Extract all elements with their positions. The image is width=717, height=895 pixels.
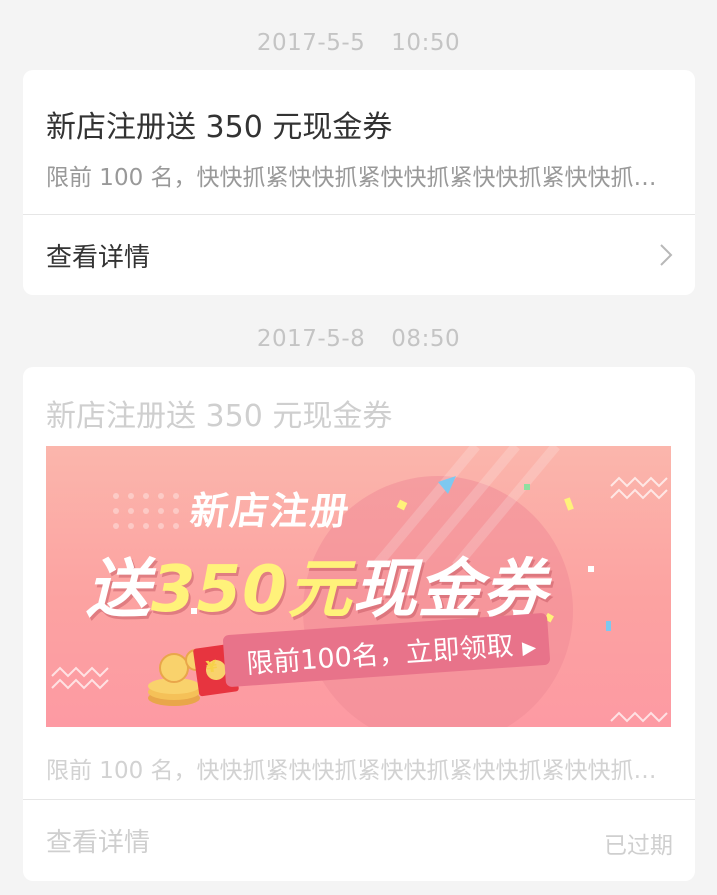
view-details-row[interactable]: 查看详情 已过期 bbox=[23, 800, 695, 880]
message-title: 新店注册送 350 元现金券 bbox=[46, 399, 393, 434]
banner-offer-prefix: 送 bbox=[86, 553, 151, 627]
message-timestamp: 2017-5-5 10:50 bbox=[0, 30, 717, 56]
banner-offer-amount: 350元 bbox=[151, 553, 353, 627]
expired-status: 已过期 bbox=[604, 833, 673, 859]
message-description: 限前 100 名，快快抓紧快快抓紧快快抓紧快快抓紧快快抓紧快快抓紧 bbox=[46, 758, 676, 784]
message-date: 2017-5-8 bbox=[256, 326, 366, 352]
banner-offer: 送350元现金券 bbox=[86, 538, 548, 630]
play-arrow-icon: ▶ bbox=[521, 636, 537, 659]
message-list: 2017-5-5 10:50 新店注册送 350 元现金券 限前 100 名，快快… bbox=[0, 0, 717, 895]
promo-banner[interactable]: 新店注册 送350元现金券 限前100名，立即领取 ▶ ¥ bbox=[46, 446, 671, 727]
message-time: 10:50 bbox=[391, 30, 461, 56]
message-card[interactable]: 新店注册送 350 元现金券 限前 100 名，快快抓紧快快抓紧快快抓紧快快抓紧… bbox=[23, 70, 695, 295]
message-description: 限前 100 名，快快抓紧快快抓紧快快抓紧快快抓紧快快抓紧快快抓紧 bbox=[46, 165, 676, 191]
view-details-row[interactable]: 查看详情 bbox=[23, 215, 695, 295]
message-card-expired[interactable]: 新店注册送 350 元现金券 新店注册 送350元现金券 限前100名，立即领取… bbox=[23, 367, 695, 881]
view-details-label: 查看详情 bbox=[46, 828, 151, 858]
chevron-right-icon bbox=[660, 244, 673, 266]
view-details-label: 查看详情 bbox=[46, 243, 151, 273]
message-time: 08:50 bbox=[391, 326, 461, 352]
message-date: 2017-5-5 bbox=[256, 30, 366, 56]
banner-headline: 新店注册 bbox=[187, 489, 354, 533]
message-timestamp: 2017-5-8 08:50 bbox=[0, 326, 717, 352]
message-title: 新店注册送 350 元现金券 bbox=[46, 110, 393, 145]
